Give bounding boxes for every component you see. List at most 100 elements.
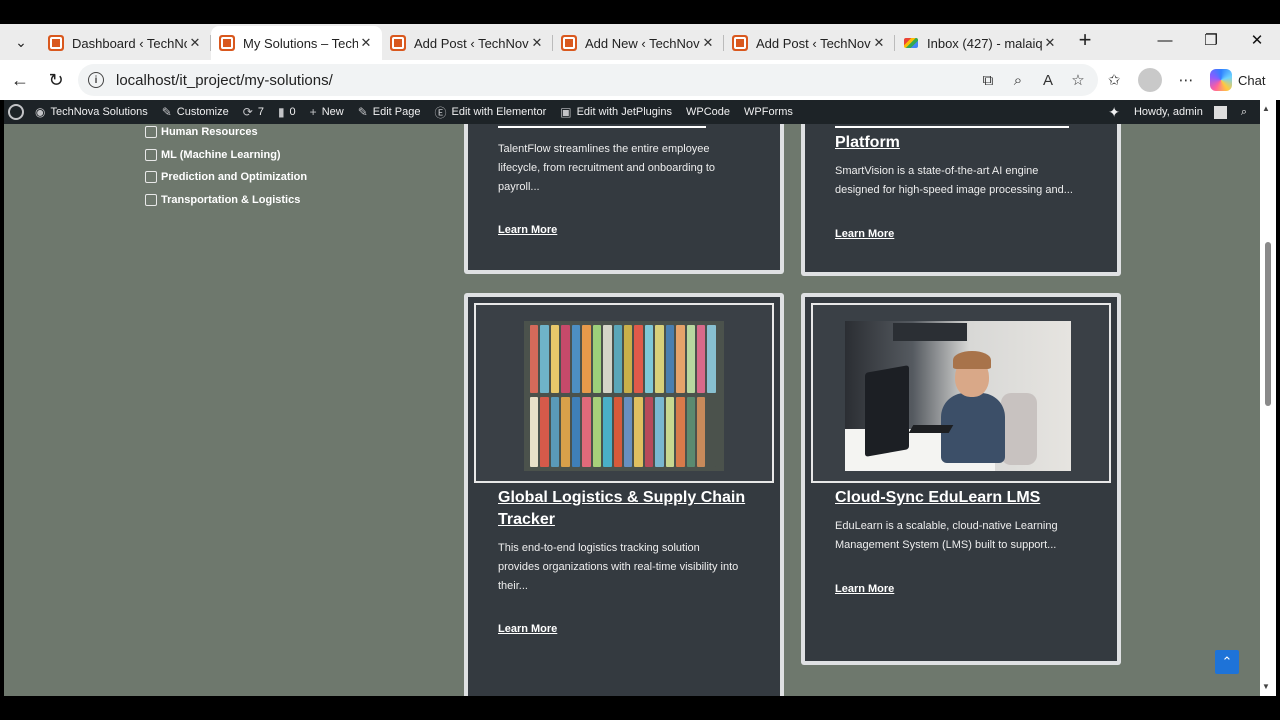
minimize-button[interactable]: — bbox=[1142, 24, 1188, 56]
new-label: New bbox=[321, 106, 344, 118]
tab-list: Dashboard ‹ TechNova ✕ My Solutions – Te… bbox=[40, 26, 1066, 60]
shipping-containers-image bbox=[524, 321, 724, 471]
solution-card-talentflow: TalentFlow streamlines the entire employ… bbox=[464, 124, 784, 274]
card-title[interactable]: Global Logistics & Supply Chain Tracker bbox=[498, 487, 745, 531]
tab-title: Add Post ‹ TechNova bbox=[756, 35, 871, 51]
wordpress-favicon-icon bbox=[561, 35, 577, 51]
plus-icon: + bbox=[309, 105, 317, 119]
admin-updates[interactable]: ⟳ 7 bbox=[236, 100, 271, 124]
scroll-to-top-button[interactable]: ⌃ bbox=[1215, 650, 1239, 674]
elementor-icon: Ⓔ bbox=[434, 105, 447, 120]
copilot-chat-button[interactable]: Chat bbox=[1210, 68, 1265, 92]
filter-label: Prediction and Optimization bbox=[161, 171, 308, 184]
card-description: TalentFlow streamlines the entire employ… bbox=[498, 143, 716, 193]
restore-button[interactable]: ❐ bbox=[1188, 24, 1234, 56]
card-image-frame bbox=[474, 303, 774, 483]
checkbox[interactable] bbox=[145, 126, 157, 139]
ai-sparkle-icon[interactable]: ✦ bbox=[1101, 100, 1127, 124]
tab-title: Dashboard ‹ TechNova bbox=[72, 35, 187, 51]
screen-top-bar bbox=[0, 0, 1280, 24]
tab-close-icon[interactable]: ✕ bbox=[700, 35, 716, 51]
learn-more-link[interactable]: Learn More bbox=[835, 583, 894, 595]
tab-close-icon[interactable]: ✕ bbox=[1042, 35, 1058, 51]
tab-close-icon[interactable]: ✕ bbox=[187, 35, 203, 51]
edit-jetplugins-label: Edit with JetPlugins bbox=[576, 106, 672, 118]
favorites-icon[interactable]: ✩ bbox=[1102, 68, 1126, 92]
paintbrush-icon: ✎ bbox=[161, 105, 172, 119]
tab-search-chevron-icon[interactable]: ⌄ bbox=[6, 27, 36, 57]
tab-add-post[interactable]: Add Post ‹ TechNova ✕ bbox=[382, 26, 553, 60]
close-window-button[interactable]: ✕ bbox=[1234, 24, 1280, 56]
wordpress-favicon-icon bbox=[219, 35, 235, 51]
tab-close-icon[interactable]: ✕ bbox=[871, 35, 887, 51]
url-text[interactable]: localhost/it_project/my-solutions/ bbox=[116, 72, 333, 89]
comments-count: 0 bbox=[289, 106, 296, 118]
checkbox[interactable] bbox=[145, 194, 157, 207]
admin-edit-jetplugins[interactable]: ▣ Edit with JetPlugins bbox=[553, 100, 679, 124]
tab-gmail-inbox[interactable]: Inbox (427) - malaiqa ✕ bbox=[895, 26, 1066, 60]
screen-bottom-bar bbox=[0, 696, 1280, 720]
filter-label: Human Resources bbox=[161, 126, 258, 139]
scroll-up-arrow-icon[interactable]: ▲ bbox=[1262, 104, 1270, 113]
admin-wpcode[interactable]: WPCode bbox=[679, 100, 737, 124]
updates-icon: ⟳ bbox=[242, 105, 253, 119]
learn-more-link[interactable]: Learn More bbox=[835, 228, 894, 240]
filter-prediction[interactable]: Prediction and Optimization bbox=[145, 166, 307, 189]
tab-title: Add New ‹ TechNova bbox=[585, 35, 700, 51]
tab-title: Inbox (427) - malaiqa bbox=[927, 35, 1042, 51]
customize-label: Customize bbox=[176, 106, 229, 118]
back-arrow-icon[interactable]: ← bbox=[6, 66, 34, 94]
tab-add-post-2[interactable]: Add Post ‹ TechNova ✕ bbox=[724, 26, 895, 60]
refresh-icon[interactable]: ↻ bbox=[42, 66, 70, 94]
comment-icon: ▮ bbox=[277, 105, 285, 119]
page-content: Human Resources ML (Machine Learning) Pr… bbox=[4, 124, 1260, 696]
tab-my-solutions[interactable]: My Solutions – TechNova ✕ bbox=[211, 26, 382, 60]
site-name-label: TechNova Solutions bbox=[50, 106, 148, 118]
zoom-icon[interactable]: ⌕ bbox=[1008, 70, 1028, 90]
admin-new[interactable]: + New bbox=[303, 100, 351, 124]
card-image-frame bbox=[811, 303, 1111, 483]
card-title[interactable]: Cloud-Sync EduLearn LMS bbox=[835, 487, 1040, 509]
favorite-star-icon[interactable]: ☆ bbox=[1068, 70, 1088, 90]
wordpress-favicon-icon bbox=[48, 35, 64, 51]
howdy-label: Howdy, admin bbox=[1133, 106, 1203, 118]
admin-comments[interactable]: ▮ 0 bbox=[271, 100, 303, 124]
card-title[interactable]: Platform bbox=[835, 132, 900, 154]
admin-search-icon[interactable]: ⌕ bbox=[1234, 100, 1254, 124]
checkbox[interactable] bbox=[145, 148, 157, 161]
app-available-icon[interactable]: ⧉ bbox=[978, 70, 998, 90]
new-tab-button[interactable]: + bbox=[1072, 27, 1098, 53]
wordpress-favicon-icon bbox=[390, 35, 406, 51]
profile-avatar-icon[interactable] bbox=[1138, 68, 1162, 92]
wordpress-logo-icon[interactable] bbox=[8, 104, 24, 120]
site-info-icon[interactable]: i bbox=[88, 72, 104, 88]
scrollbar-thumb[interactable] bbox=[1265, 242, 1271, 406]
tab-title: My Solutions – TechNova bbox=[243, 35, 358, 51]
gmail-favicon-icon bbox=[903, 35, 919, 51]
card-description: EduLearn is a scalable, cloud-native Lea… bbox=[835, 520, 1058, 551]
admin-avatar bbox=[1213, 105, 1227, 119]
admin-site-name[interactable]: ◉ TechNova Solutions bbox=[28, 100, 155, 124]
pencil-icon: ✎ bbox=[357, 105, 368, 119]
tab-dashboard[interactable]: Dashboard ‹ TechNova ✕ bbox=[40, 26, 211, 60]
solution-card-edulearn: Cloud-Sync EduLearn LMS EduLearn is a sc… bbox=[801, 293, 1121, 665]
filter-human-resources[interactable]: Human Resources bbox=[145, 124, 307, 144]
learn-more-link[interactable]: Learn More bbox=[498, 623, 557, 635]
scroll-down-arrow-icon[interactable]: ▼ bbox=[1262, 682, 1270, 691]
tab-close-icon[interactable]: ✕ bbox=[358, 35, 374, 51]
admin-customize[interactable]: ✎ Customize bbox=[155, 100, 236, 124]
admin-edit-page[interactable]: ✎ Edit Page bbox=[351, 100, 428, 124]
admin-howdy[interactable]: Howdy, admin bbox=[1127, 100, 1234, 124]
filter-ml[interactable]: ML (Machine Learning) bbox=[145, 144, 307, 167]
tab-close-icon[interactable]: ✕ bbox=[529, 35, 545, 51]
admin-wpforms[interactable]: WPForms bbox=[737, 100, 800, 124]
admin-edit-elementor[interactable]: Ⓔ Edit with Elementor bbox=[427, 100, 553, 124]
learn-more-link[interactable]: Learn More bbox=[498, 224, 557, 236]
checkbox[interactable] bbox=[145, 171, 157, 184]
url-bar[interactable]: i localhost/it_project/my-solutions/ ⧉ ⌕… bbox=[78, 64, 1098, 96]
tab-add-new[interactable]: Add New ‹ TechNova ✕ bbox=[553, 26, 724, 60]
more-options-icon[interactable]: ⋯ bbox=[1174, 68, 1198, 92]
student-at-computer-image bbox=[845, 321, 1071, 471]
filter-transportation[interactable]: Transportation & Logistics bbox=[145, 189, 307, 212]
read-aloud-icon[interactable]: A bbox=[1038, 70, 1058, 90]
